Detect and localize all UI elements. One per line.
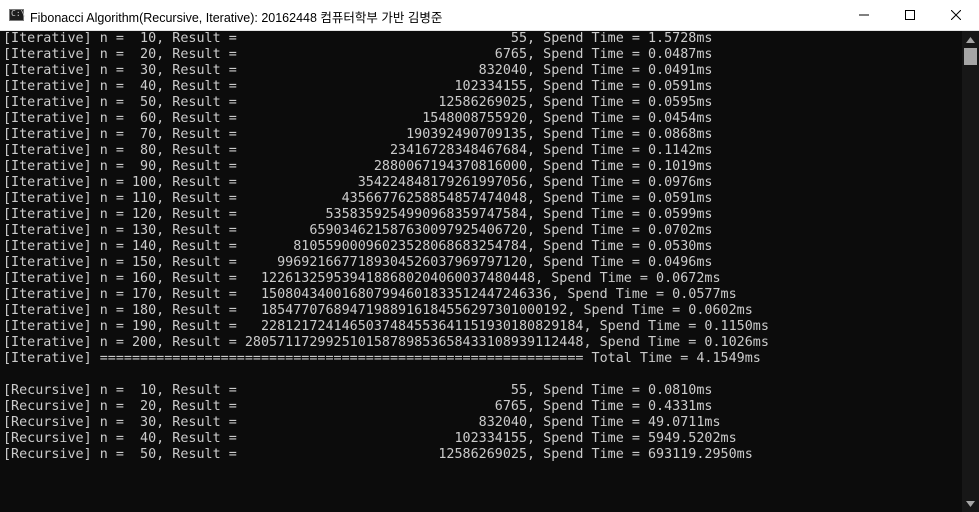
console-output[interactable]: [Iterative] n = 10, Result = 55, Spend T… <box>0 31 962 512</box>
console-line: [Iterative] n = 100, Result = 3542248481… <box>3 175 713 190</box>
console-line: [Iterative] n = 10, Result = 55, Spend T… <box>3 31 713 46</box>
console-line: [Iterative] n = 90, Result = 28800671943… <box>3 159 713 174</box>
maximize-button[interactable] <box>887 0 933 30</box>
console-line: [Iterative] n = 140, Result = 8105590009… <box>3 239 713 254</box>
console-line: [Iterative] n = 60, Result = 15480087559… <box>3 111 713 126</box>
console-line: [Recursive] n = 40, Result = 102334155, … <box>3 431 737 446</box>
console-line: [Iterative] n = 30, Result = 832040, Spe… <box>3 63 713 78</box>
console-line: [Iterative] n = 180, Result = 1854770768… <box>3 303 753 318</box>
close-button[interactable] <box>933 0 979 30</box>
scroll-down-icon <box>966 500 975 507</box>
maximize-icon <box>905 10 915 20</box>
scrollbar-thumb[interactable] <box>964 48 977 65</box>
console-line: [Iterative] n = 130, Result = 6590346215… <box>3 223 713 238</box>
console-line: [Iterative] n = 200, Result = 2805711729… <box>3 335 769 350</box>
window-title: Fibonacci Algorithm(Recursive, Iterative… <box>30 11 443 25</box>
scroll-down-button[interactable] <box>962 495 979 512</box>
scroll-up-button[interactable] <box>962 31 979 48</box>
vertical-scrollbar[interactable] <box>962 31 979 512</box>
console-app-icon-text: C:\ <box>11 9 26 18</box>
title-bar[interactable]: C:\ Fibonacci Algorithm(Recursive, Itera… <box>0 0 979 31</box>
console-line: [Iterative] n = 20, Result = 6765, Spend… <box>3 47 713 62</box>
console-app-icon[interactable]: C:\ <box>9 9 26 21</box>
minimize-icon <box>859 14 869 16</box>
close-icon <box>951 10 961 20</box>
console-line: [Iterative] n = 120, Result = 5358359254… <box>3 207 713 222</box>
scroll-up-icon <box>966 36 975 43</box>
console-line: [Recursive] n = 10, Result = 55, Spend T… <box>3 383 713 398</box>
console-line: [Recursive] n = 30, Result = 832040, Spe… <box>3 415 721 430</box>
console-line: [Iterative] ============================… <box>3 351 761 366</box>
console-line: [Iterative] n = 50, Result = 12586269025… <box>3 95 713 110</box>
console-line: [Iterative] n = 190, Result = 2281217241… <box>3 319 769 334</box>
console-line: [Iterative] n = 160, Result = 1226132595… <box>3 271 721 286</box>
console-line: [Iterative] n = 70, Result = 19039249070… <box>3 127 713 142</box>
minimize-button[interactable] <box>841 0 887 30</box>
console-line: [Iterative] n = 170, Result = 1508043400… <box>3 287 737 302</box>
console-line: [Iterative] n = 40, Result = 102334155, … <box>3 79 713 94</box>
console-line: [Iterative] n = 110, Result = 4356677625… <box>3 191 713 206</box>
console-line: [Recursive] n = 20, Result = 6765, Spend… <box>3 399 713 414</box>
console-line: [Iterative] n = 80, Result = 23416728348… <box>3 143 713 158</box>
console-line: [Iterative] n = 150, Result = 9969216677… <box>3 255 713 270</box>
console-line: [Recursive] n = 50, Result = 12586269025… <box>3 447 753 462</box>
